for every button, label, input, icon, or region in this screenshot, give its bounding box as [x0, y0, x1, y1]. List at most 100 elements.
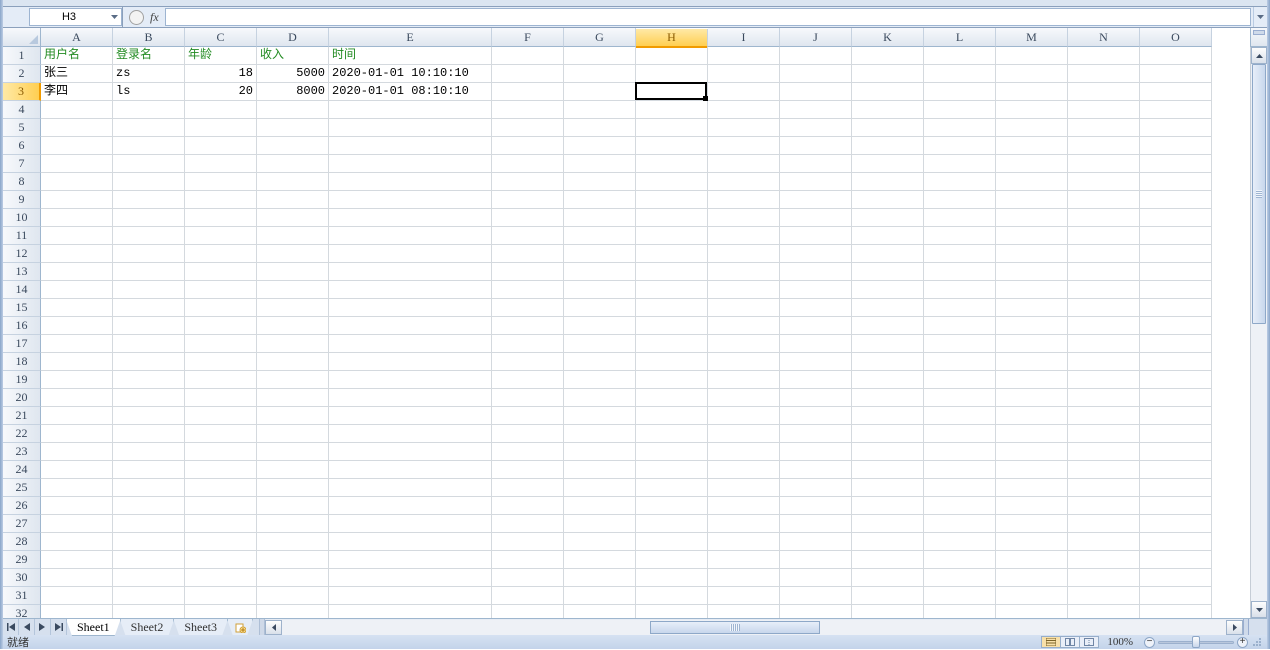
- cell[interactable]: [708, 191, 780, 209]
- cell[interactable]: [1140, 569, 1212, 587]
- cell[interactable]: [564, 425, 636, 443]
- cell[interactable]: [564, 299, 636, 317]
- cell[interactable]: [852, 533, 924, 551]
- row-header-29[interactable]: 29: [3, 551, 41, 569]
- cell[interactable]: [113, 245, 185, 263]
- cell[interactable]: [996, 407, 1068, 425]
- cell[interactable]: [996, 299, 1068, 317]
- cell[interactable]: [780, 515, 852, 533]
- cell[interactable]: 2020-01-01 10:10:10: [329, 65, 492, 83]
- cell[interactable]: [852, 371, 924, 389]
- cell[interactable]: [852, 551, 924, 569]
- cell[interactable]: [113, 299, 185, 317]
- column-header-E[interactable]: E: [329, 28, 492, 47]
- cell[interactable]: [257, 209, 329, 227]
- cell[interactable]: [113, 461, 185, 479]
- cell[interactable]: [996, 533, 1068, 551]
- cell[interactable]: [852, 137, 924, 155]
- cell[interactable]: [41, 119, 113, 137]
- row-header-8[interactable]: 8: [3, 173, 41, 191]
- cell[interactable]: [996, 497, 1068, 515]
- cell[interactable]: [113, 425, 185, 443]
- cell[interactable]: [852, 245, 924, 263]
- cell[interactable]: [1140, 461, 1212, 479]
- cell[interactable]: [492, 515, 564, 533]
- cell[interactable]: [564, 47, 636, 65]
- cell[interactable]: [1140, 299, 1212, 317]
- cell[interactable]: [185, 479, 257, 497]
- cell[interactable]: [113, 173, 185, 191]
- cell[interactable]: [924, 281, 996, 299]
- cell[interactable]: [924, 569, 996, 587]
- cell[interactable]: [636, 569, 708, 587]
- cell[interactable]: [708, 263, 780, 281]
- cell[interactable]: [185, 209, 257, 227]
- cell[interactable]: [780, 371, 852, 389]
- cell[interactable]: [113, 119, 185, 137]
- cell[interactable]: [492, 587, 564, 605]
- cell[interactable]: [564, 65, 636, 83]
- cell[interactable]: [708, 353, 780, 371]
- cell[interactable]: [636, 227, 708, 245]
- cell[interactable]: [924, 209, 996, 227]
- zoom-slider-knob[interactable]: [1192, 636, 1200, 648]
- cell[interactable]: [41, 443, 113, 461]
- cell[interactable]: [564, 515, 636, 533]
- cell[interactable]: [636, 263, 708, 281]
- cell[interactable]: [1068, 227, 1140, 245]
- row-header-7[interactable]: 7: [3, 155, 41, 173]
- cell[interactable]: [852, 227, 924, 245]
- cell[interactable]: [185, 227, 257, 245]
- cell[interactable]: [113, 263, 185, 281]
- cell[interactable]: [41, 407, 113, 425]
- cell[interactable]: [852, 299, 924, 317]
- cell[interactable]: [329, 497, 492, 515]
- cell[interactable]: [996, 605, 1068, 618]
- cell[interactable]: [492, 443, 564, 461]
- cell[interactable]: [780, 101, 852, 119]
- cell[interactable]: [113, 515, 185, 533]
- cell[interactable]: 8000: [257, 83, 329, 101]
- select-all-triangle[interactable]: [3, 28, 41, 47]
- cell[interactable]: [113, 569, 185, 587]
- cell[interactable]: [257, 299, 329, 317]
- cell[interactable]: [113, 101, 185, 119]
- cell[interactable]: [257, 533, 329, 551]
- row-header-11[interactable]: 11: [3, 227, 41, 245]
- cell[interactable]: [41, 479, 113, 497]
- cell[interactable]: [329, 533, 492, 551]
- cell[interactable]: [1140, 605, 1212, 618]
- cell[interactable]: [924, 47, 996, 65]
- zoom-in-button[interactable]: +: [1237, 637, 1248, 648]
- cancel-icon[interactable]: [129, 10, 144, 25]
- cell[interactable]: [492, 425, 564, 443]
- row-header-31[interactable]: 31: [3, 587, 41, 605]
- cell[interactable]: [564, 353, 636, 371]
- cell[interactable]: [185, 407, 257, 425]
- cell[interactable]: [564, 155, 636, 173]
- cell[interactable]: [41, 461, 113, 479]
- cell[interactable]: [852, 353, 924, 371]
- cell[interactable]: [257, 137, 329, 155]
- cell[interactable]: [636, 155, 708, 173]
- cell[interactable]: [780, 65, 852, 83]
- cell[interactable]: [708, 245, 780, 263]
- cell[interactable]: [780, 317, 852, 335]
- cell[interactable]: [185, 461, 257, 479]
- cell[interactable]: [257, 407, 329, 425]
- cell[interactable]: [924, 191, 996, 209]
- new-sheet-button[interactable]: [227, 619, 253, 636]
- cell[interactable]: [41, 281, 113, 299]
- cell[interactable]: [924, 605, 996, 618]
- cell[interactable]: [1140, 173, 1212, 191]
- cell[interactable]: [924, 515, 996, 533]
- cell[interactable]: [780, 263, 852, 281]
- cell[interactable]: [185, 245, 257, 263]
- cell[interactable]: [708, 569, 780, 587]
- cell[interactable]: [852, 425, 924, 443]
- cell[interactable]: [329, 389, 492, 407]
- cell[interactable]: [1068, 497, 1140, 515]
- cell[interactable]: [1068, 479, 1140, 497]
- cell[interactable]: [113, 407, 185, 425]
- cell[interactable]: [113, 155, 185, 173]
